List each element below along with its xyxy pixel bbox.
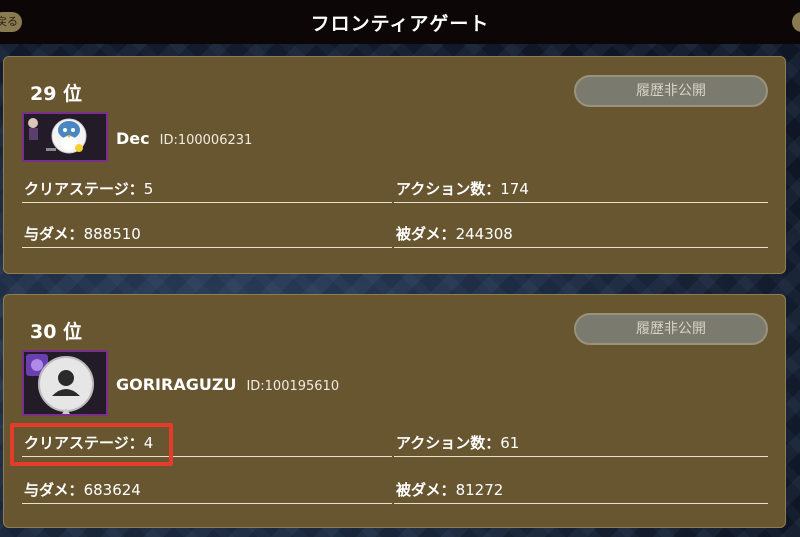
history-private-button[interactable]: 履歴非公開 bbox=[574, 313, 768, 345]
stat-label: 被ダメ： bbox=[396, 225, 456, 243]
stat-value: 888510 bbox=[83, 225, 141, 243]
stat-action-count: アクション数：61 bbox=[394, 431, 768, 457]
top-bar: 戻る フロンティアゲート bbox=[0, 0, 800, 44]
avatar[interactable] bbox=[22, 112, 108, 162]
stat-value: 5 bbox=[143, 180, 154, 198]
player-id: ID:100006231 bbox=[159, 133, 253, 148]
stat-label: 被ダメ： bbox=[396, 481, 456, 499]
stat-damage-dealt: 与ダメ：888510 bbox=[22, 222, 392, 248]
stat-value: 683624 bbox=[83, 481, 141, 499]
menu-button[interactable] bbox=[792, 12, 800, 32]
default-user-avatar-icon bbox=[24, 352, 106, 414]
stat-value: 244308 bbox=[455, 225, 513, 243]
stat-damage-taken: 被ダメ：244308 bbox=[394, 222, 768, 248]
avatar[interactable] bbox=[22, 350, 108, 416]
stat-label: クリアステージ： bbox=[24, 180, 144, 198]
stat-label: アクション数： bbox=[396, 180, 501, 198]
ranking-card: 29 位 履歴非公開 Dec ID:100006231 クリアステージ：5 アクシ… bbox=[3, 56, 786, 274]
stat-label: 与ダメ： bbox=[24, 481, 84, 499]
player-name: Dec ID:100006231 bbox=[116, 129, 252, 148]
stat-label: アクション数： bbox=[396, 434, 501, 452]
rank-label: 29 位 bbox=[30, 83, 83, 105]
stat-label: 与ダメ： bbox=[24, 225, 84, 243]
player-id: ID:100195610 bbox=[246, 379, 340, 394]
stat-label: クリアステージ： bbox=[24, 434, 144, 452]
player-name-text: Dec bbox=[116, 129, 150, 148]
player-name-text: GORIRAGUZU bbox=[116, 375, 237, 394]
stat-damage-taken: 被ダメ：81272 bbox=[394, 478, 768, 504]
stat-value: 61 bbox=[500, 434, 520, 452]
history-private-button[interactable]: 履歴非公開 bbox=[574, 75, 768, 107]
stat-value: 174 bbox=[500, 180, 529, 198]
stat-damage-dealt: 与ダメ：683624 bbox=[22, 478, 392, 504]
ranking-card: 30 位 履歴非公開 GORIRAGUZU ID:100195610 クリアステー… bbox=[3, 294, 786, 528]
penguin-avatar-icon bbox=[24, 114, 106, 160]
page-title: フロンティアゲート bbox=[310, 12, 490, 35]
player-name: GORIRAGUZU ID:100195610 bbox=[116, 375, 339, 394]
rank-label: 30 位 bbox=[30, 321, 83, 343]
stat-value: 4 bbox=[143, 434, 154, 452]
back-button[interactable]: 戻る bbox=[0, 12, 22, 32]
stat-action-count: アクション数：174 bbox=[394, 177, 768, 203]
stat-clear-stage: クリアステージ：4 bbox=[22, 431, 392, 457]
stat-clear-stage: クリアステージ：5 bbox=[22, 177, 392, 203]
stat-value: 81272 bbox=[455, 481, 504, 499]
